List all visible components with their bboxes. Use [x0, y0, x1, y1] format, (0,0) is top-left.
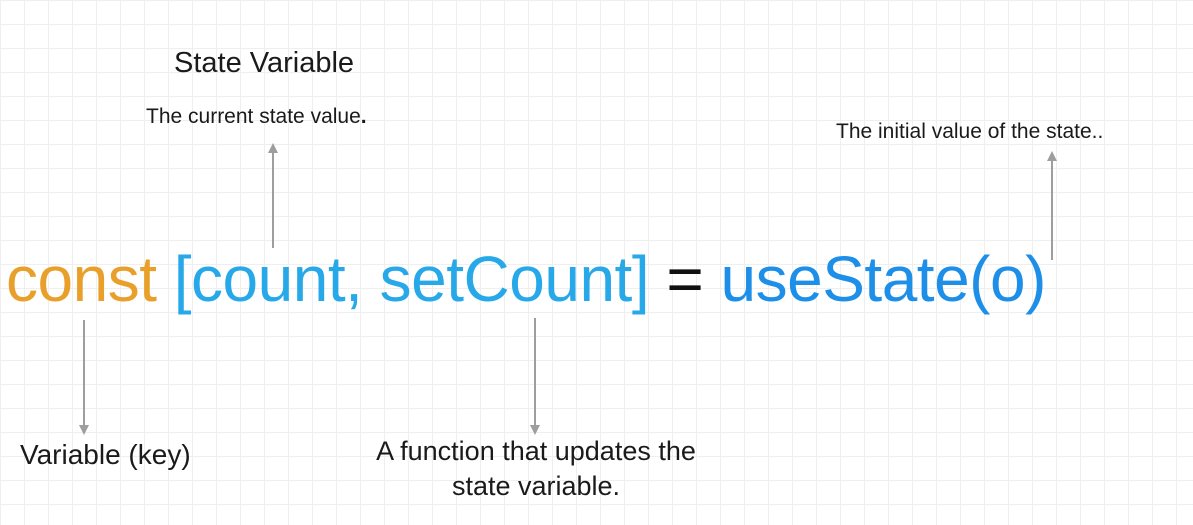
setter-arrow: [530, 318, 540, 435]
state-variable-description-text: The current state value: [146, 105, 361, 128]
initial-value-arrow: [1047, 151, 1057, 260]
state-variable-arrow: [268, 143, 278, 248]
initial-value-arrow-head: [1047, 151, 1057, 161]
state-variable-description: The current state value.: [146, 106, 367, 127]
state-variable-title: State Variable: [174, 47, 355, 79]
setter-description: A function that updates the state variab…: [376, 436, 696, 501]
variable-key-arrow-head: [79, 425, 89, 435]
code-keyword: const: [6, 243, 157, 315]
variable-key-label: Variable (key): [20, 439, 191, 470]
code-line: const [count, setCount] = useState(o): [6, 247, 1046, 311]
state-variable-description-dot: .: [360, 105, 367, 128]
code-call: useState(o): [720, 243, 1047, 315]
state-variable-arrow-head: [268, 143, 278, 153]
initial-value-description: The initial value of the state..: [836, 120, 1104, 143]
code-operator: =: [666, 243, 704, 315]
code-destructure: [count, setCount]: [173, 243, 650, 315]
usestate-diagram: State Variable The current state value. …: [0, 0, 1193, 525]
variable-key-arrow: [79, 320, 89, 435]
